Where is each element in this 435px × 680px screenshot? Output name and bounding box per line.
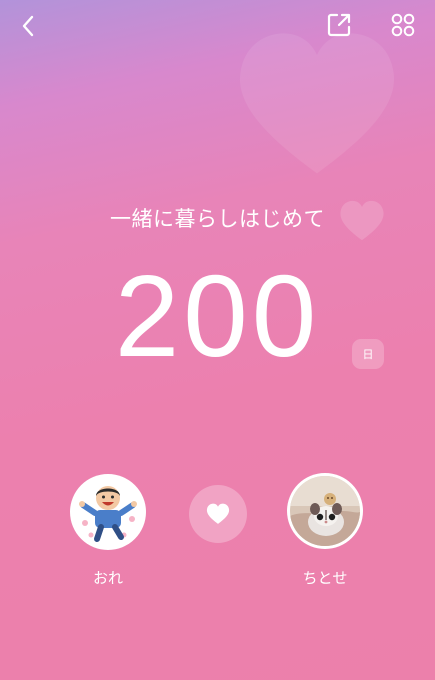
left-avatar[interactable] (70, 474, 146, 550)
together-since-title: 一緒に暮らしはじめて (110, 207, 325, 231)
grid-menu-button[interactable] (386, 8, 420, 42)
left-partner-name: おれ (92, 569, 123, 587)
chevron-left-icon (22, 15, 34, 37)
grid-menu-icon (391, 13, 415, 37)
right-partner-name: ちとせ (302, 569, 348, 587)
heart-icon (206, 503, 230, 524)
day-unit-badge: 日 (352, 339, 384, 369)
background-heart-large-icon (239, 33, 395, 174)
share-button[interactable] (322, 8, 356, 42)
back-button[interactable] (12, 10, 44, 42)
share-export-icon (327, 13, 351, 37)
right-avatar[interactable] (287, 473, 363, 549)
cartoon-boy-avatar (73, 477, 143, 547)
heart-button[interactable] (189, 485, 247, 543)
sugar-glider-photo-avatar (290, 476, 360, 546)
